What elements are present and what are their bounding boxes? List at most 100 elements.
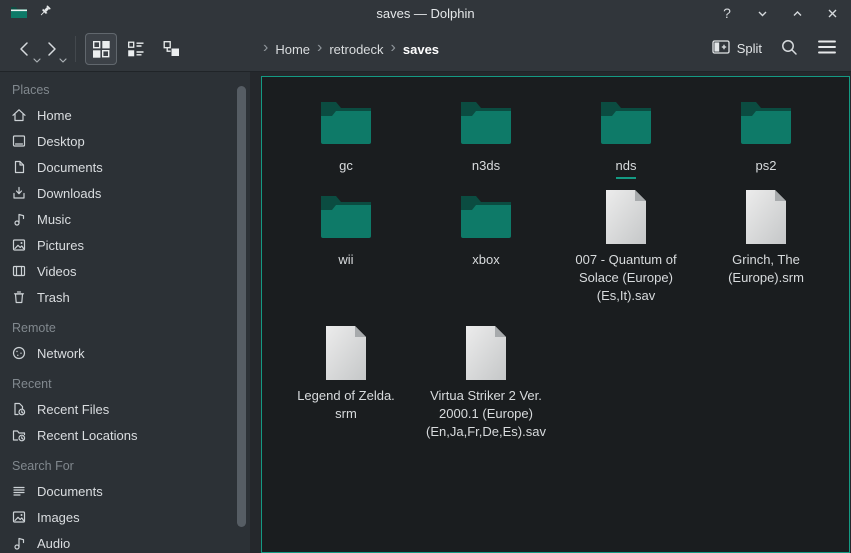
item-label: Grinch, The (Europe).srm	[728, 251, 804, 287]
sidebar-item-label: Pictures	[37, 238, 84, 253]
hamburger-menu-icon[interactable]	[817, 39, 837, 58]
maximize-button[interactable]	[788, 4, 806, 22]
sidebar-item-downloads[interactable]: Downloads	[0, 180, 250, 206]
home-icon	[11, 107, 27, 123]
folder-icon	[318, 187, 374, 247]
sidebar-item-recent-files[interactable]: Recent Files	[0, 396, 250, 422]
section-header-places: Places	[0, 72, 250, 102]
sidebar-scrollbar[interactable]	[237, 86, 246, 527]
file-icon	[603, 187, 649, 247]
text-lines-icon	[11, 483, 27, 499]
sidebar-item-trash[interactable]: Trash	[0, 284, 250, 310]
item-label: gc	[339, 157, 353, 175]
section-header-remote: Remote	[0, 310, 250, 340]
sidebar-item-label: Documents	[37, 484, 103, 499]
places-panel: Places Home Desktop Documents Downloads …	[0, 72, 250, 553]
sidebar-item-music[interactable]: Music	[0, 206, 250, 232]
document-icon	[11, 159, 27, 175]
tree-view-button[interactable]	[155, 33, 187, 65]
close-button[interactable]	[823, 4, 841, 22]
folder-item-ps2[interactable]: ps2	[696, 93, 836, 187]
breadcrumb-item-saves[interactable]: saves	[403, 42, 439, 57]
sidebar-item-label: Audio	[37, 536, 70, 551]
network-globe-icon	[11, 345, 27, 361]
recent-file-icon	[11, 401, 27, 417]
file-item-legend-of-zelda[interactable]: Legend of Zelda. srm	[276, 323, 416, 441]
forward-button[interactable]	[38, 34, 64, 64]
folder-item-nds[interactable]: nds	[556, 93, 696, 187]
details-view-button[interactable]	[120, 33, 152, 65]
back-button[interactable]	[12, 34, 38, 64]
folder-view[interactable]: gc n3ds nds ps2	[261, 76, 850, 553]
sidebar-item-label: Music	[37, 212, 71, 227]
file-item-007-quantum-of-solace[interactable]: 007 - Quantum of Solace (Europe) (Es,It)…	[556, 187, 696, 323]
film-icon	[11, 263, 27, 279]
trash-icon	[11, 289, 27, 305]
item-label: ps2	[756, 157, 777, 175]
icon-grid: gc n3ds nds ps2	[262, 77, 849, 441]
titlebar[interactable]: saves — Dolphin ?	[0, 0, 851, 26]
breadcrumb-separator-icon: ›	[256, 39, 275, 59]
folder-item-wii[interactable]: wii	[276, 187, 416, 323]
sidebar-item-videos[interactable]: Videos	[0, 258, 250, 284]
help-button[interactable]: ?	[718, 4, 736, 22]
sidebar-item-home[interactable]: Home	[0, 102, 250, 128]
sidebar-item-label: Desktop	[37, 134, 85, 149]
image-icon	[11, 509, 27, 525]
split-view-icon	[712, 39, 730, 58]
item-label: n3ds	[472, 157, 500, 175]
file-item-virtua-striker-2[interactable]: Virtua Striker 2 Ver. 2000.1 (Europe) (E…	[416, 323, 556, 441]
music-note-icon	[11, 211, 27, 227]
item-label: nds	[616, 157, 637, 179]
folder-item-gc[interactable]: gc	[276, 93, 416, 187]
sidebar-item-network[interactable]: Network	[0, 340, 250, 366]
folder-icon	[458, 187, 514, 247]
search-icon[interactable]	[780, 38, 799, 60]
window-folder-icon	[10, 5, 28, 22]
sidebar-item-pictures[interactable]: Pictures	[0, 232, 250, 258]
file-icon	[743, 187, 789, 247]
item-label: Legend of Zelda. srm	[297, 387, 395, 423]
folder-icon	[318, 93, 374, 153]
download-icon	[11, 185, 27, 201]
minimize-button[interactable]	[753, 4, 771, 22]
item-label: 007 - Quantum of Solace (Europe) (Es,It)…	[575, 251, 676, 305]
dolphin-window: saves — Dolphin ?	[0, 0, 851, 553]
split-button-label: Split	[737, 41, 762, 56]
split-button[interactable]: Split	[712, 39, 762, 58]
folder-icon	[458, 93, 514, 153]
sidebar-item-search-audio[interactable]: Audio	[0, 530, 250, 553]
sidebar-item-label: Videos	[37, 264, 77, 279]
toolbar: › Home › retrodeck › saves Split	[0, 26, 851, 72]
sidebar-item-search-images[interactable]: Images	[0, 504, 250, 530]
item-label: wii	[338, 251, 353, 269]
sidebar-item-recent-locations[interactable]: Recent Locations	[0, 422, 250, 448]
folder-icon	[598, 93, 654, 153]
sidebar-item-label: Images	[37, 510, 80, 525]
pin-icon[interactable]	[38, 4, 53, 22]
sidebar-item-label: Home	[37, 108, 72, 123]
item-label: xbox	[472, 251, 499, 269]
file-icon	[463, 323, 509, 383]
file-icon	[323, 323, 369, 383]
breadcrumb-item-home[interactable]: Home	[275, 42, 310, 57]
sidebar-item-search-documents[interactable]: Documents	[0, 478, 250, 504]
file-item-grinch-the-europe[interactable]: Grinch, The (Europe).srm	[696, 187, 836, 323]
sidebar-item-label: Recent Locations	[37, 428, 137, 443]
breadcrumb: › Home › retrodeck › saves	[256, 26, 439, 72]
folder-item-n3ds[interactable]: n3ds	[416, 93, 556, 187]
breadcrumb-item-retrodeck[interactable]: retrodeck	[329, 42, 383, 57]
breadcrumb-separator-icon: ›	[310, 39, 329, 59]
sidebar-item-documents[interactable]: Documents	[0, 154, 250, 180]
sidebar-item-label: Documents	[37, 160, 103, 175]
section-header-search-for: Search For	[0, 448, 250, 478]
recent-folder-icon	[11, 427, 27, 443]
sidebar-item-label: Trash	[37, 290, 70, 305]
folder-item-xbox[interactable]: xbox	[416, 187, 556, 323]
section-header-recent: Recent	[0, 366, 250, 396]
icons-view-button[interactable]	[85, 33, 117, 65]
sidebar-item-desktop[interactable]: Desktop	[0, 128, 250, 154]
breadcrumb-separator-icon: ›	[384, 39, 403, 59]
toolbar-separator	[75, 36, 76, 62]
sidebar-item-label: Downloads	[37, 186, 101, 201]
